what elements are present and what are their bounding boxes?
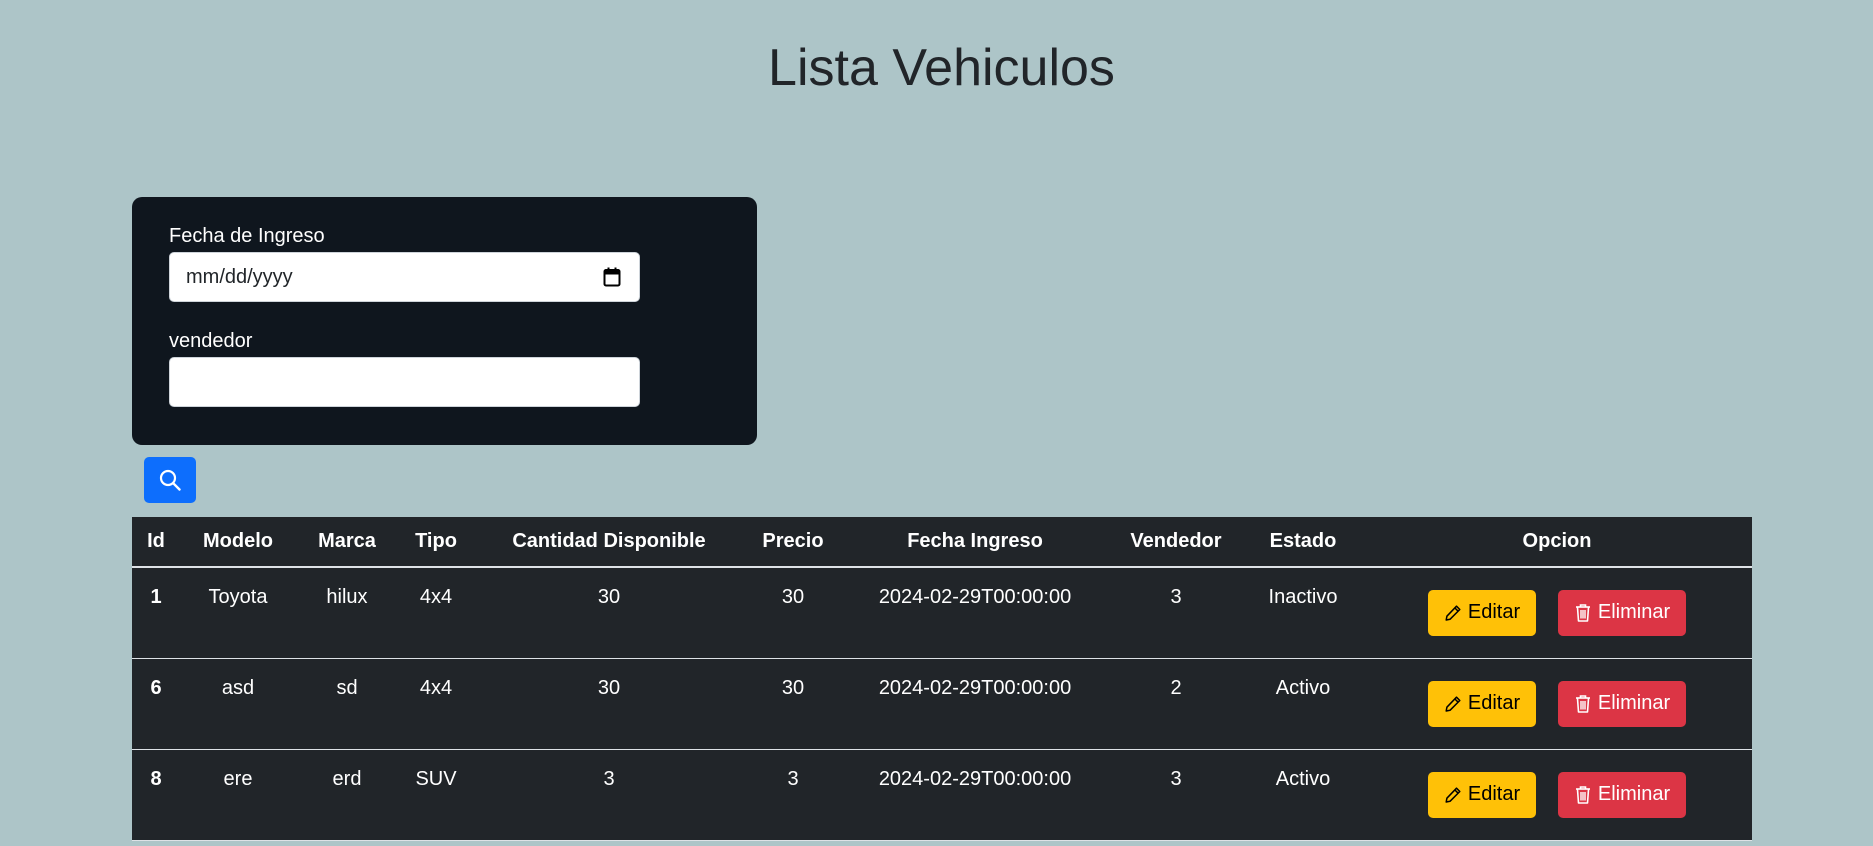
cell-id: 1	[132, 567, 180, 659]
cell-estado: Activo	[1244, 658, 1362, 750]
cell-estado: Activo	[1244, 749, 1362, 841]
date-field-label: Fecha de Ingreso	[169, 225, 325, 247]
table-row: 6 asd sd 4x4 30 30 2024-02-29T00:00:00 2…	[132, 658, 1752, 750]
delete-button[interactable]: Eliminar	[1558, 589, 1686, 636]
cell-tipo: 4x4	[398, 567, 474, 659]
cell-vendedor: 3	[1108, 749, 1244, 841]
cell-modelo: Toyota	[180, 567, 296, 659]
header-vendedor: Vendedor	[1108, 517, 1244, 568]
header-fecha: Fecha Ingreso	[842, 517, 1108, 568]
trash-icon	[1575, 603, 1590, 622]
cell-opcion: Editar Eliminar	[1362, 749, 1752, 841]
cell-cantidad: 3	[474, 749, 744, 841]
edit-button-label: Editar	[1467, 783, 1521, 805]
search-icon	[159, 469, 181, 491]
cell-fecha: 2024-02-29T00:00:00	[842, 749, 1108, 841]
edit-button[interactable]: Editar	[1428, 771, 1536, 818]
table-row: 1 Toyota hilux 4x4 30 30 2024-02-29T00:0…	[132, 567, 1752, 659]
cell-precio: 30	[744, 658, 842, 750]
trash-icon	[1575, 694, 1590, 713]
cell-fecha: 2024-02-29T00:00:00	[842, 567, 1108, 659]
edit-button[interactable]: Editar	[1428, 589, 1536, 636]
table-header-row: Id Modelo Marca Tipo Cantidad Disponible…	[132, 517, 1752, 568]
pencil-icon	[1445, 695, 1461, 712]
header-precio: Precio	[744, 517, 842, 568]
cell-modelo: asd	[180, 658, 296, 750]
edit-button-label: Editar	[1467, 601, 1521, 624]
cell-fecha: 2024-02-29T00:00:00	[842, 658, 1108, 750]
header-modelo: Modelo	[180, 517, 296, 568]
cell-cantidad: 30	[474, 567, 744, 659]
date-field[interactable]: mm/dd/yyyy	[169, 252, 640, 302]
header-cantidad: Cantidad Disponible	[474, 517, 744, 568]
header-tipo: Tipo	[398, 517, 474, 568]
filter-panel: Fecha de Ingreso mm/dd/yyyy vendedor	[132, 197, 757, 445]
delete-button-label: Eliminar	[1597, 601, 1671, 624]
cell-modelo: ere	[180, 749, 296, 841]
header-opcion: Opcion	[1362, 517, 1752, 568]
cell-opcion: Editar Eliminar	[1362, 658, 1752, 750]
edit-button[interactable]: Editar	[1428, 680, 1536, 727]
cell-vendedor: 3	[1108, 567, 1244, 659]
cell-precio: 30	[744, 567, 842, 659]
cell-estado: Inactivo	[1244, 567, 1362, 659]
pencil-icon	[1445, 605, 1461, 621]
cell-cantidad: 30	[474, 658, 744, 750]
edit-button-label: Editar	[1467, 692, 1521, 714]
delete-button[interactable]: Eliminar	[1558, 771, 1686, 818]
delete-button[interactable]: Eliminar	[1558, 680, 1686, 727]
cell-id: 8	[132, 749, 180, 841]
pencil-icon	[1445, 786, 1461, 803]
vendor-field-label: vendedor	[169, 330, 253, 352]
delete-button-label: Eliminar	[1597, 783, 1671, 805]
cell-tipo: 4x4	[398, 658, 474, 750]
calendar-icon[interactable]	[603, 267, 621, 287]
table-row: 8 ere erd SUV 3 3 2024-02-29T00:00:00 3 …	[132, 749, 1752, 841]
cell-vendedor: 2	[1108, 658, 1244, 750]
cell-marca: hilux	[296, 567, 398, 659]
cell-tipo: SUV	[398, 749, 474, 841]
vendor-input[interactable]	[169, 357, 640, 407]
cell-id: 6	[132, 658, 180, 750]
delete-button-label: Eliminar	[1597, 692, 1671, 714]
header-id: Id	[132, 517, 180, 568]
vehicles-table: Id Modelo Marca Tipo Cantidad Disponible…	[132, 517, 1752, 841]
cell-opcion: Editar Eliminar	[1362, 567, 1752, 659]
cell-marca: erd	[296, 749, 398, 841]
header-estado: Estado	[1244, 517, 1362, 568]
page-title: Lista Vehiculos	[768, 39, 1115, 97]
search-button[interactable]	[144, 457, 196, 503]
cell-precio: 3	[744, 749, 842, 841]
header-marca: Marca	[296, 517, 398, 568]
cell-marca: sd	[296, 658, 398, 750]
trash-icon	[1575, 785, 1590, 804]
date-placeholder: mm/dd/yyyy	[186, 266, 293, 288]
